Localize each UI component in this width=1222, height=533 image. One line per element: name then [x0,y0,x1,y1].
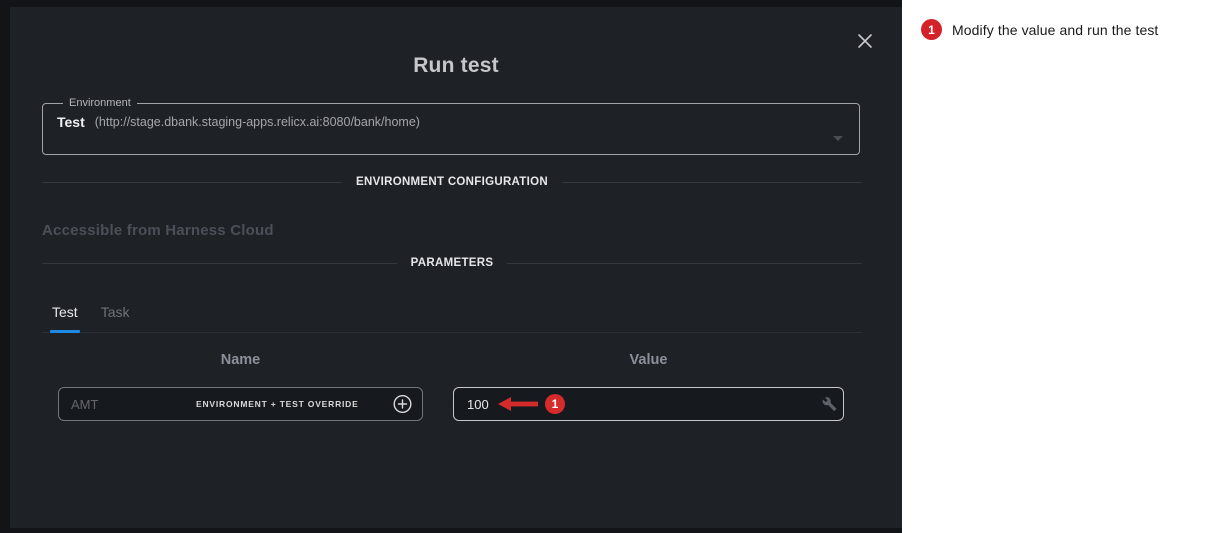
parameters-heading: PARAMETERS [411,257,494,269]
environment-configuration-divider: ENVIRONMENT CONFIGURATION [42,176,862,188]
environment-selected-url: (http://stage.dbank.staging-apps.relicx.… [95,115,420,129]
divider-line [562,182,862,183]
wrench-icon[interactable] [822,397,837,412]
parameter-value-field[interactable]: 1 [453,387,844,421]
parameter-name-field[interactable]: ENVIRONMENT + TEST OVERRIDE [58,387,423,421]
close-icon[interactable] [856,32,874,50]
annotation-arrow: 1 [498,394,565,414]
column-header-value: Value [453,352,844,368]
annotation-number-badge: 1 [921,19,942,40]
annotation-step-badge: 1 [545,394,565,414]
annotation-text: Modify the value and run the test [952,22,1158,38]
parameter-value-input[interactable] [454,388,496,420]
harness-cloud-access-note: Accessible from Harness Cloud [42,222,274,239]
run-test-dialog: Run test Environment Test (http://stage.… [10,7,902,528]
divider-line [507,263,862,264]
tab-test[interactable]: Test [50,295,80,332]
environment-selected-name: Test [57,114,85,130]
dialog-title: Run test [10,54,902,78]
divider-line [42,182,342,183]
environment-select[interactable]: Environment Test (http://stage.dbank.sta… [42,97,860,155]
chevron-down-icon[interactable] [833,136,843,141]
column-header-name: Name [58,352,423,368]
red-arrow-left-icon [498,397,538,411]
environment-select-label: Environment [63,97,137,109]
annotation-item: 1 Modify the value and run the test [902,0,1222,40]
parameters-tab-bar: Test Task [42,295,862,333]
environment-configuration-heading: ENVIRONMENT CONFIGURATION [356,176,548,188]
parameter-name-input[interactable] [59,388,179,420]
divider-line [42,263,397,264]
parameters-divider: PARAMETERS [42,257,862,269]
override-badge: ENVIRONMENT + TEST OVERRIDE [196,388,359,420]
circle-plus-icon[interactable] [393,395,412,414]
tab-task[interactable]: Task [99,295,132,332]
annotation-side-panel: 1 Modify the value and run the test [902,0,1222,533]
